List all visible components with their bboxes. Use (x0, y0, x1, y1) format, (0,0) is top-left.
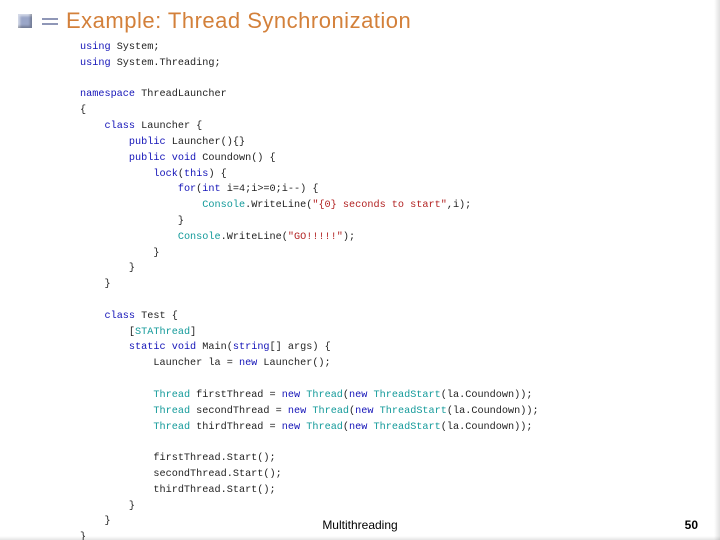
code-span: new (349, 422, 367, 433)
code-span: Thread (153, 406, 190, 417)
code-span: Thread (306, 390, 343, 401)
code-block: using System; using System.Threading; na… (80, 40, 539, 540)
code-span (80, 390, 153, 401)
code-span: (la.Coundown)); (441, 422, 533, 433)
code-span: new (239, 358, 257, 369)
code-span: this (184, 169, 208, 180)
code-span: Launcher(); (257, 358, 330, 369)
code-span (80, 153, 129, 164)
shadow-decoration (0, 536, 720, 540)
code-span: ) { (208, 169, 226, 180)
code-span: string (233, 342, 270, 353)
code-span (80, 200, 202, 211)
code-span: Thread (153, 390, 190, 401)
code-span: new (282, 422, 300, 433)
code-span: using (80, 58, 111, 69)
code-span: new (288, 406, 306, 417)
code-span: } (80, 263, 135, 274)
code-span: "GO!!!!!" (288, 232, 343, 243)
code-span: (la.Coundown)); (441, 390, 533, 401)
code-span: .WriteLine( (245, 200, 312, 211)
code-span: (la.Coundown)); (447, 406, 539, 417)
code-span: namespace (80, 89, 135, 100)
code-span: Launcher { (135, 121, 202, 132)
code-span: class (104, 121, 135, 132)
code-span: public (129, 137, 166, 148)
code-span: System; (111, 42, 160, 53)
code-span: new (349, 390, 367, 401)
code-span: [ (80, 327, 135, 338)
code-span: firstThread.Start(); (80, 453, 276, 464)
code-span (80, 342, 129, 353)
code-span: secondThread = (190, 406, 288, 417)
page-number: 50 (685, 518, 698, 532)
code-span: class (104, 311, 135, 322)
code-span: "{0} seconds to start" (312, 200, 447, 211)
code-span: Console (178, 232, 221, 243)
code-span: ); (343, 232, 355, 243)
code-span: STAThread (135, 327, 190, 338)
code-span: int (202, 184, 220, 195)
code-span (80, 137, 129, 148)
code-span: Test { (135, 311, 178, 322)
code-span: } (80, 216, 184, 227)
code-span (80, 169, 153, 180)
code-span: .WriteLine( (221, 232, 288, 243)
code-span: i=4;i>=0;i--) { (221, 184, 319, 195)
code-span (80, 121, 104, 132)
code-span: } (80, 501, 135, 512)
footer-text: Multithreading (0, 518, 720, 532)
code-span (80, 406, 153, 417)
code-span: new (355, 406, 373, 417)
code-span: for (178, 184, 196, 195)
code-span: thirdThread.Start(); (80, 485, 276, 496)
code-span: } (80, 279, 111, 290)
code-span: Thread (312, 406, 349, 417)
code-span: } (80, 248, 159, 259)
divider-icon (42, 18, 58, 25)
code-span: [] args) { (270, 342, 331, 353)
code-span: ThreadStart (374, 422, 441, 433)
code-span: Launcher(){} (166, 137, 245, 148)
code-span: Launcher la = (80, 358, 239, 369)
code-span: ThreadStart (374, 390, 441, 401)
title-bar: Example: Thread Synchronization (18, 8, 720, 34)
code-span: Main( (196, 342, 233, 353)
code-span: firstThread = (190, 390, 282, 401)
slide-title: Example: Thread Synchronization (66, 8, 411, 34)
code-span: thirdThread = (190, 422, 282, 433)
code-span: new (282, 390, 300, 401)
code-span: static void (129, 342, 196, 353)
code-span: ThreadLauncher (135, 89, 227, 100)
code-span: Thread (153, 422, 190, 433)
code-span (80, 422, 153, 433)
code-span: System.Threading; (111, 58, 221, 69)
shadow-decoration (714, 0, 720, 540)
code-span (80, 311, 104, 322)
code-span: secondThread.Start(); (80, 469, 282, 480)
code-span: public void (129, 153, 196, 164)
code-span: Coundown() { (196, 153, 275, 164)
code-span: using (80, 42, 111, 53)
bullet-icon (18, 14, 32, 28)
code-span (80, 232, 178, 243)
code-span: ,i); (447, 200, 471, 211)
code-span: ThreadStart (380, 406, 447, 417)
slide: Example: Thread Synchronization using Sy… (0, 0, 720, 540)
code-span: lock (153, 169, 177, 180)
code-span: Thread (306, 422, 343, 433)
code-span: Console (202, 200, 245, 211)
code-span: { (80, 105, 86, 116)
code-span: ] (190, 327, 196, 338)
code-span (80, 184, 178, 195)
